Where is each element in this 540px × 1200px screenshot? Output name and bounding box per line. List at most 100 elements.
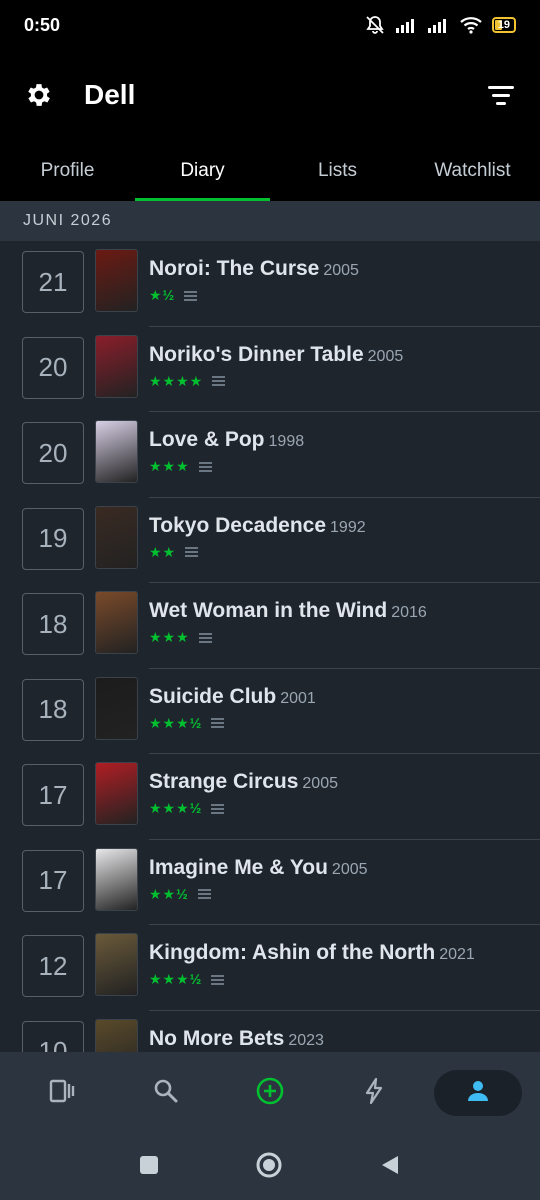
film-year: 2016 [391, 604, 427, 621]
system-nav-bar [0, 1134, 540, 1200]
search-icon [151, 1076, 181, 1111]
diary-list[interactable]: 21 Noroi: The Curse 2005 ★½ 20 Noriko's D… [0, 241, 540, 1052]
film-year: 2005 [331, 860, 368, 878]
diary-entry[interactable]: 18 Suicide Club 2001 ★★★½ [0, 669, 540, 754]
diary-entry[interactable]: 12 Kingdom: Ashin of the North 2021 ★★★½ [0, 925, 540, 1011]
title-line: Noriko's Dinner Table 2005 [149, 343, 530, 367]
film-poster[interactable] [95, 847, 138, 911]
film-title[interactable]: Kingdom: Ashin of the North [149, 941, 435, 964]
tab-lists[interactable]: Lists [270, 140, 405, 201]
entry-text: Love & Pop 1998 ★★★ [149, 428, 530, 475]
rating-line: ★★★½ [149, 800, 530, 817]
review-lines-icon [212, 376, 226, 386]
nav-activity[interactable] [330, 1070, 418, 1116]
diary-entry[interactable]: 17 Imagine Me & You 2005 ★★½ [0, 840, 540, 925]
tab-bar: Profile Diary Lists Watchlist [0, 140, 540, 201]
rating-line: ★½ [149, 287, 530, 304]
diary-entry[interactable]: 20 Love & Pop 1998 ★★★ [0, 412, 540, 498]
film-year: 2005 [302, 775, 338, 792]
review-lines-icon [211, 974, 225, 985]
diary-entry[interactable]: 19 Tokyo Decadence 1992 ★★ [0, 498, 540, 583]
star-rating: ★★½ [149, 885, 189, 902]
diary-entry[interactable]: 21 Noroi: The Curse 2005 ★½ [0, 241, 540, 327]
film-year: 2005 [367, 347, 404, 365]
film-year: 2005 [323, 262, 359, 279]
nav-add[interactable] [226, 1070, 314, 1116]
star-rating: ★★★½ [149, 800, 203, 816]
nav-search[interactable] [122, 1070, 210, 1116]
entry-text: Strange Circus 2005 ★★★½ [149, 770, 530, 817]
diary-entry[interactable]: 10 No More Bets 2023 [0, 1011, 540, 1053]
film-title[interactable]: Suicide Club [149, 685, 276, 708]
review-lines-icon [197, 889, 211, 899]
review-lines-icon [185, 547, 199, 557]
star-rating: ★★★ [149, 458, 190, 474]
day-number: 20 [22, 336, 84, 399]
film-poster[interactable] [95, 249, 138, 312]
diary-entry[interactable]: 18 Wet Woman in the Wind 2016 ★★★ [0, 583, 540, 669]
gear-icon[interactable] [24, 80, 54, 110]
film-poster[interactable] [95, 762, 138, 825]
film-title[interactable]: No More Bets [149, 1027, 284, 1050]
title-line: No More Bets 2023 [149, 1027, 530, 1051]
film-poster[interactable] [95, 420, 138, 483]
film-poster[interactable] [95, 334, 138, 398]
tab-watchlist[interactable]: Watchlist [405, 140, 540, 201]
rating-line: ★★ [149, 544, 530, 561]
rating-line: ★★★★ [149, 373, 530, 390]
entry-text: No More Bets 2023 [149, 1027, 530, 1053]
tab-profile[interactable]: Profile [0, 140, 135, 201]
star-rating: ★★★½ [149, 971, 203, 987]
title-line: Tokyo Decadence 1992 [149, 514, 530, 538]
tab-diary[interactable]: Diary [135, 140, 270, 201]
review-lines-icon [184, 290, 198, 301]
film-year: 1998 [268, 433, 305, 450]
film-title[interactable]: Noriko's Dinner Table [149, 343, 364, 366]
film-poster[interactable] [95, 933, 138, 996]
diary-entry[interactable]: 20 Noriko's Dinner Table 2005 ★★★★ [0, 327, 540, 412]
nav-films[interactable] [18, 1070, 106, 1116]
film-poster[interactable] [95, 676, 138, 740]
rating-line: ★★★ [149, 458, 530, 475]
entry-text: Wet Woman in the Wind 2016 ★★★ [149, 599, 530, 646]
back-triangle-icon[interactable] [378, 1153, 402, 1182]
film-poster[interactable] [95, 505, 138, 569]
title-line: Suicide Club 2001 [149, 685, 530, 709]
film-poster[interactable] [95, 1018, 138, 1052]
home-circle-icon[interactable] [255, 1151, 283, 1184]
page-title: Dell [84, 79, 136, 110]
film-title[interactable]: Noroi: The Curse [149, 257, 319, 280]
app-header: Dell [0, 50, 540, 140]
film-title[interactable]: Strange Circus [149, 770, 298, 793]
review-lines-icon [211, 803, 225, 814]
day-number: 10 [22, 1020, 84, 1052]
battery-icon: 19 [491, 17, 516, 33]
bottom-nav [0, 1052, 540, 1134]
entry-text: Kingdom: Ashin of the North 2021 ★★★½ [149, 941, 530, 988]
film-title[interactable]: Love & Pop [149, 428, 265, 451]
film-title[interactable]: Wet Woman in the Wind [149, 599, 387, 622]
entry-text: Suicide Club 2001 ★★★½ [149, 685, 530, 732]
film-year: 1992 [330, 518, 366, 536]
film-title[interactable]: Tokyo Decadence [149, 514, 326, 537]
review-lines-icon [198, 461, 212, 472]
day-number: 12 [22, 935, 84, 997]
title-line: Imagine Me & You 2005 [149, 856, 530, 880]
film-title[interactable]: Imagine Me & You [149, 856, 328, 879]
entry-text: Tokyo Decadence 1992 ★★ [149, 514, 530, 561]
recents-square-icon[interactable] [138, 1154, 160, 1181]
rating-line: ★★★½ [149, 715, 530, 732]
day-number: 19 [22, 507, 84, 570]
status-time: 0:50 [24, 14, 61, 35]
film-poster[interactable] [95, 591, 138, 654]
star-rating: ★★★ [149, 629, 190, 645]
day-number: 17 [22, 764, 84, 826]
filter-icon[interactable] [486, 80, 516, 110]
review-lines-icon [198, 632, 212, 643]
rating-line: ★★★ [149, 629, 530, 646]
nav-profile[interactable] [434, 1070, 522, 1116]
film-year: 2001 [280, 689, 316, 707]
diary-entry[interactable]: 17 Strange Circus 2005 ★★★½ [0, 754, 540, 840]
film-year: 2023 [288, 1031, 324, 1049]
lightning-icon [359, 1076, 389, 1111]
